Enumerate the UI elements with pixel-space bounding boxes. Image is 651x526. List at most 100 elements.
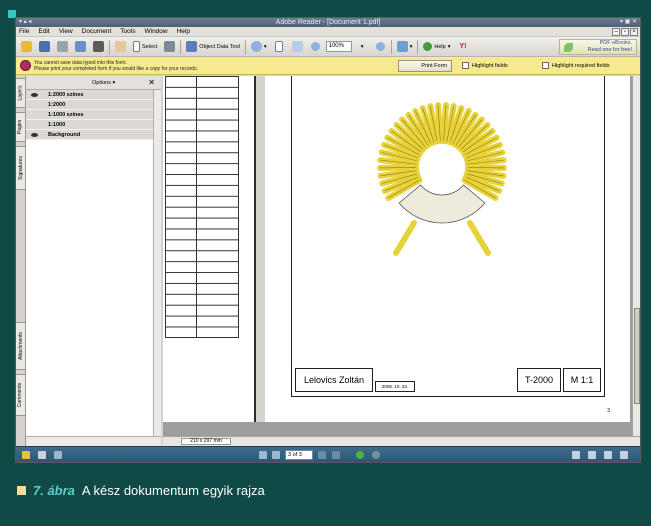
close-icon[interactable]: ✕ xyxy=(148,78,155,87)
menu-view[interactable]: View xyxy=(59,27,73,36)
zoom-in-icon xyxy=(250,41,262,52)
email-button[interactable] xyxy=(73,39,88,54)
page-three: Lelovics Zoltán 2006. 10. 23. T-2000 M 1… xyxy=(265,76,630,422)
rotate-button[interactable]: ▾ xyxy=(395,39,415,54)
open-button[interactable] xyxy=(19,39,34,54)
page-two xyxy=(163,76,256,422)
go-back-icon[interactable] xyxy=(356,451,364,459)
menu-help[interactable]: Help xyxy=(177,27,190,36)
layer-item[interactable]: 1:2000 színes xyxy=(26,90,161,100)
page-number: 3 xyxy=(607,408,610,414)
layer-item[interactable]: Background xyxy=(26,130,161,140)
tab-signatures[interactable]: Signatures xyxy=(16,146,26,190)
doc-close-icon[interactable]: × xyxy=(630,28,638,36)
camera-icon xyxy=(164,41,176,52)
print-form-button[interactable]: Print Form xyxy=(398,60,452,72)
layer-label: Background xyxy=(48,132,81,138)
document-horizontal-scrollbar[interactable]: 210 x 297 mm xyxy=(163,436,640,446)
tab-layers-label: Layers xyxy=(17,85,24,101)
coil-core-segment xyxy=(398,184,486,224)
last-page-icon[interactable] xyxy=(332,451,340,459)
eye-icon[interactable] xyxy=(31,133,38,137)
coil-lead-left xyxy=(393,220,417,256)
page-size-indicator: 210 x 297 mm xyxy=(181,438,231,445)
document-vertical-scrollbar[interactable] xyxy=(632,76,640,436)
email-icon xyxy=(75,41,86,52)
facing-page-icon[interactable] xyxy=(604,451,612,459)
select-tool-button[interactable]: Select xyxy=(131,39,159,54)
plus-circle-icon xyxy=(375,42,385,51)
hand-icon xyxy=(115,41,126,52)
table-grid xyxy=(165,76,239,338)
menu-document[interactable]: Document xyxy=(82,27,112,36)
menu-edit[interactable]: Edit xyxy=(38,27,49,36)
snapshot-button[interactable] xyxy=(162,39,177,54)
doc-restore-icon[interactable]: ▫ xyxy=(621,28,629,36)
highlight-fields-checkbox[interactable]: Highlight fields xyxy=(462,62,508,69)
menu-tools[interactable]: Tools xyxy=(120,27,135,36)
hand-tool-button[interactable] xyxy=(113,39,128,54)
drawing-code: T-2000 xyxy=(517,368,561,392)
layers-vertical-scrollbar[interactable] xyxy=(153,90,161,436)
checkbox-box[interactable] xyxy=(462,62,469,69)
window-menu-icon[interactable]: ▾ ▴ ◂ xyxy=(19,18,31,27)
go-forward-icon[interactable] xyxy=(372,451,380,459)
layers-horizontal-scrollbar[interactable] xyxy=(26,436,161,446)
save-button[interactable] xyxy=(37,39,52,54)
layer-label: 1:2000 xyxy=(48,102,66,108)
scroll-thumb[interactable] xyxy=(634,308,640,404)
layer-item[interactable]: 1:2000 xyxy=(26,100,161,110)
help-icon xyxy=(423,42,433,51)
hand-icon[interactable] xyxy=(22,451,30,459)
options-menu[interactable]: Options ▾ xyxy=(92,80,115,86)
checkbox-box[interactable] xyxy=(542,62,549,69)
fit-page-button[interactable] xyxy=(290,39,305,54)
zoom-dropdown[interactable]: ▾ xyxy=(355,39,370,54)
menu-window[interactable]: Window xyxy=(144,27,167,36)
zoom-plus-button[interactable] xyxy=(373,39,388,54)
page-layout-icon[interactable] xyxy=(38,451,46,459)
first-page-icon[interactable] xyxy=(259,451,267,459)
actual-size-button[interactable] xyxy=(272,39,287,54)
print-button[interactable] xyxy=(55,39,70,54)
object-data-tool-button[interactable]: Object Data Tool xyxy=(184,39,242,54)
pdf-ebooks-promo[interactable]: PDF eBooks. Read one for free! xyxy=(559,39,637,55)
yahoo-logo-icon: Y! xyxy=(459,43,467,50)
chevron-down-icon: ▾ xyxy=(409,43,413,50)
drawing-frame: Lelovics Zoltán 2006. 10. 23. T-2000 M 1… xyxy=(291,76,605,397)
object-data-label: Object Data Tool xyxy=(199,43,240,50)
tab-layers[interactable]: Layers xyxy=(16,78,26,108)
page-gap xyxy=(256,76,265,422)
page-indicator-input[interactable]: 3 of 3 xyxy=(285,450,313,460)
tab-signatures-label: Signatures xyxy=(17,156,24,180)
menu-file[interactable]: File xyxy=(19,27,29,36)
zoom-in-button[interactable]: ▾ xyxy=(249,39,269,54)
layers-panel: Options ▾ ✕ 1:2000 színes 1:2000 1:1000 … xyxy=(26,76,161,446)
highlight-required-checkbox[interactable]: Highlight required fields xyxy=(542,62,609,69)
single-page-icon[interactable] xyxy=(572,451,580,459)
zoom-input[interactable]: 100% xyxy=(325,41,352,52)
eye-icon[interactable] xyxy=(31,93,38,97)
layer-item[interactable]: 1:1000 xyxy=(26,120,161,130)
document-view: Lelovics Zoltán 2006. 10. 23. T-2000 M 1… xyxy=(163,76,632,436)
yahoo-button[interactable]: Y! xyxy=(455,39,470,54)
help-button[interactable]: Help ▾ xyxy=(421,39,452,54)
tab-pages[interactable]: Pages xyxy=(16,112,26,142)
previous-page-icon[interactable] xyxy=(272,451,280,459)
zoom-out-button[interactable] xyxy=(308,39,323,54)
next-page-icon[interactable] xyxy=(318,451,326,459)
form-message-bar: You cannot save data typed into this for… xyxy=(16,57,640,75)
layers-panel-header: Options ▾ ✕ xyxy=(26,76,161,90)
continuous-page-icon[interactable] xyxy=(588,451,596,459)
tab-attachments[interactable]: Attachments xyxy=(16,322,26,370)
search-button[interactable] xyxy=(91,39,106,54)
fit-page-icon xyxy=(291,41,303,52)
highlight-fields-label: Highlight fields xyxy=(472,62,508,69)
continuous-facing-icon[interactable] xyxy=(620,451,628,459)
layer-item[interactable]: 1:1000 színes xyxy=(26,110,161,120)
doc-minimize-icon[interactable]: – xyxy=(612,28,620,36)
window-controls[interactable]: ▾ ▣ ✕ xyxy=(620,18,637,27)
tab-comments[interactable]: Comments xyxy=(16,374,26,416)
warning-icon xyxy=(20,60,31,71)
view-icon[interactable] xyxy=(54,451,62,459)
